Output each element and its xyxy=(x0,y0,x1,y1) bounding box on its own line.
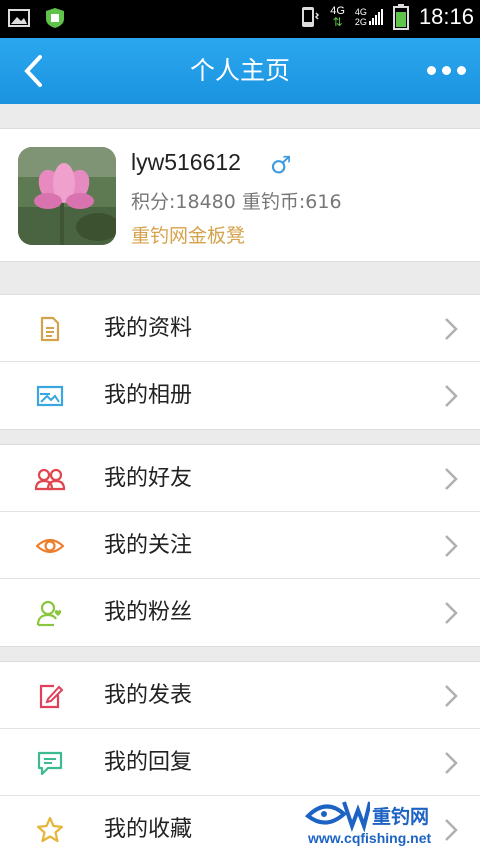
status-bar: 4G ⇅ 4G 2G 18:16 xyxy=(0,0,480,38)
username: lyw516612 xyxy=(131,149,241,176)
chevron-right-icon xyxy=(444,384,458,408)
menu-item-label: 我的关注 xyxy=(104,512,192,579)
clock: 18:16 xyxy=(419,4,474,30)
watermark-name: 重钓网 xyxy=(372,802,429,829)
menu-item-label: 我的发表 xyxy=(104,662,192,729)
user-rank: 重钓网金板凳 xyxy=(131,221,245,248)
battery-icon xyxy=(393,4,409,30)
menu-item-my-friends[interactable]: 我的好友 xyxy=(0,445,480,512)
star-icon xyxy=(36,816,64,844)
chevron-right-icon xyxy=(444,601,458,625)
menu-item-label: 我的好友 xyxy=(104,445,192,512)
menu-item-my-fans[interactable]: 我的粉丝 xyxy=(0,579,480,646)
eye-icon xyxy=(36,532,64,560)
menu-item-label: 我的收藏 xyxy=(104,796,192,863)
chevron-right-icon xyxy=(444,534,458,558)
menu-item-label: 我的粉丝 xyxy=(104,579,192,646)
watermark-url: www.cqfishing.net xyxy=(308,830,431,846)
menu-item-my-posts[interactable]: 我的发表 xyxy=(0,662,480,729)
signal-indicator: 4G 2G xyxy=(355,7,383,27)
fans-icon xyxy=(36,599,64,627)
menu-item-label: 我的回复 xyxy=(104,729,192,796)
app-notification-icon xyxy=(44,7,66,29)
reply-icon xyxy=(36,749,64,777)
menu-item-my-profile[interactable]: 我的资料 xyxy=(0,295,480,362)
site-watermark: 重钓网 www.cqfishing.net xyxy=(304,796,474,852)
chevron-right-icon xyxy=(444,684,458,708)
chevron-right-icon xyxy=(444,317,458,341)
chevron-right-icon xyxy=(444,467,458,491)
profile-card[interactable]: lyw516612 ♂ 积分:18480 重钓币:616 重钓网金板凳 xyxy=(0,128,480,262)
menu-group-profile: 我的资料 我的相册 xyxy=(0,294,480,430)
menu-item-my-follows[interactable]: 我的关注 xyxy=(0,512,480,579)
page-title: 个人主页 xyxy=(0,38,480,104)
vibrate-icon xyxy=(298,5,320,29)
menu-item-my-replies[interactable]: 我的回复 xyxy=(0,729,480,796)
site-logo-icon xyxy=(304,796,370,832)
avatar[interactable] xyxy=(18,147,116,245)
menu-item-label: 我的资料 xyxy=(104,295,192,362)
image-icon xyxy=(36,382,64,410)
friends-icon xyxy=(34,465,66,493)
document-icon xyxy=(36,315,64,343)
male-gender-icon: ♂ xyxy=(270,151,292,179)
more-menu-icon[interactable] xyxy=(427,66,466,75)
network-4g-indicator: 4G ⇅ xyxy=(330,6,345,28)
edit-icon xyxy=(36,682,64,710)
menu-item-my-album[interactable]: 我的相册 xyxy=(0,362,480,429)
chevron-right-icon xyxy=(444,751,458,775)
picture-notification-icon xyxy=(8,9,30,27)
signal-bars-icon xyxy=(369,8,383,26)
menu-item-label: 我的相册 xyxy=(104,362,192,429)
menu-group-social: 我的好友 我的关注 我的粉丝 xyxy=(0,444,480,647)
app-header: 个人主页 xyxy=(0,38,480,104)
user-stats: 积分:18480 重钓币:616 xyxy=(131,187,342,214)
